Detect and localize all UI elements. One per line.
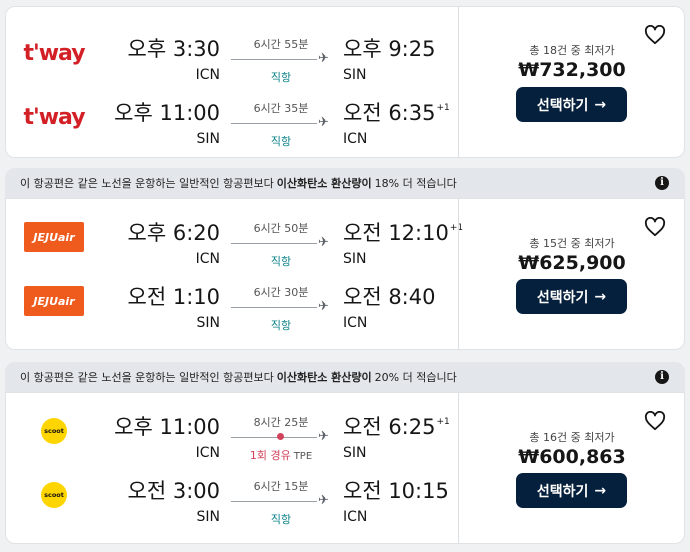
flight-duration: 8시간 25분: [253, 416, 309, 429]
departure-time: 오후 3:30: [127, 37, 220, 61]
departure-time: 오후 6:20: [127, 221, 220, 245]
result-card-3[interactable]: scoot 오후 11:00 ICN 8시간 25분 ✈ 1회 경유 TPE 오전…: [5, 392, 685, 544]
heart-icon[interactable]: [644, 25, 666, 45]
flight-duration: 6시간 15분: [253, 480, 309, 493]
stops-label: 직항: [270, 513, 292, 526]
arrival-airport: SIN: [343, 445, 367, 461]
price-panel: 총 16건 중 최저가 ₩600,863 선택하기 →: [459, 393, 684, 543]
departure-airport: SIN: [196, 315, 221, 331]
arrow-right-icon: →: [594, 482, 607, 499]
flight-duration: 6시간 50분: [253, 222, 309, 235]
departure-airport: ICN: [195, 67, 220, 83]
departure-airport: ICN: [195, 251, 220, 267]
departure-airport: ICN: [195, 445, 220, 461]
arrival-time: 오전 10:15: [343, 479, 449, 503]
deals-count: 총 15건 중 최저가: [529, 237, 615, 250]
return-leg: t'way 오후 11:00 SIN 6시간 35분 ✈ 직항 오전 6:35+…: [6, 87, 458, 151]
departure-time: 오후 11:00: [114, 415, 220, 439]
departure-time: 오후 11:00: [114, 101, 220, 125]
select-button-label: 선택하기: [536, 289, 589, 306]
eco-banner-highlight: 이산화탄소 환산량이: [276, 371, 372, 384]
select-button[interactable]: 선택하기 →: [516, 279, 627, 314]
arrival-airport: ICN: [343, 315, 368, 331]
route-line: [231, 59, 317, 60]
price: ₩625,900: [518, 252, 626, 274]
info-icon[interactable]: i: [655, 370, 669, 384]
arrival-time: 오전 12:10+1: [343, 221, 464, 245]
result-card-1[interactable]: t'way 오후 3:30 ICN 6시간 55분 ✈ 직항 오후 9:25 S…: [5, 6, 685, 158]
departure-time: 오전 3:00: [127, 479, 220, 503]
arrival-time: 오전 6:35+1: [343, 101, 450, 125]
route-line: [231, 243, 317, 244]
eco-banner-text: 이 항공편은 같은 노선을 운항하는 일반적인 항공편보다: [20, 177, 274, 190]
select-button-label: 선택하기: [536, 97, 589, 114]
return-leg: scoot 오전 3:00 SIN 6시간 15분 ✈ 직항 오전 10:15 …: [6, 465, 458, 529]
eco-banner-highlight: 이산화탄소 환산량이: [276, 177, 372, 190]
arrow-right-icon: →: [594, 96, 607, 113]
plane-icon: ✈: [318, 235, 329, 250]
plane-icon: ✈: [318, 429, 329, 444]
arrival-airport: ICN: [343, 509, 368, 525]
plane-icon: ✈: [318, 299, 329, 314]
price: ₩600,863: [518, 446, 626, 468]
airline-logo-jejuair: JEJUair: [22, 221, 86, 253]
flight-duration: 6시간 30분: [253, 286, 309, 299]
eco-banner-percent: 20% 더 적습니다: [374, 371, 457, 384]
airline-logo-scoot: scoot: [22, 415, 86, 447]
heart-icon[interactable]: [644, 411, 666, 431]
airline-logo-scoot: scoot: [22, 479, 86, 511]
flight-duration: 6시간 55분: [253, 38, 309, 51]
route-line: [231, 307, 317, 308]
outbound-leg: JEJUair 오후 6:20 ICN 6시간 50분 ✈ 직항 오전 12:1…: [6, 207, 463, 271]
eco-banner: 이 항공편은 같은 노선을 운항하는 일반적인 항공편보다 이산화탄소 환산량이…: [5, 168, 685, 198]
departure-time: 오전 1:10: [127, 285, 220, 309]
arrow-right-icon: →: [594, 288, 607, 305]
stops-label: 1회 경유 TPE: [249, 449, 313, 462]
outbound-leg: scoot 오후 11:00 ICN 8시간 25분 ✈ 1회 경유 TPE 오전…: [6, 401, 458, 465]
airline-logo-jejuair: JEJUair: [22, 285, 86, 317]
eco-banner-percent: 18% 더 적습니다: [374, 177, 457, 190]
price-panel: 총 18건 중 최저가 ₩732,300 선택하기 →: [459, 7, 684, 157]
heart-icon[interactable]: [644, 217, 666, 237]
departure-airport: SIN: [196, 131, 221, 147]
eco-banner-text: 이 항공편은 같은 노선을 운항하는 일반적인 항공편보다: [20, 371, 274, 384]
arrival-time: 오전 8:40: [343, 285, 436, 309]
price: ₩732,300: [518, 59, 626, 81]
stops-label: 직항: [270, 319, 292, 332]
flight-duration: 6시간 35분: [253, 102, 309, 115]
stopover-dot: [277, 433, 284, 440]
arrival-airport: ICN: [343, 131, 368, 147]
select-button[interactable]: 선택하기 →: [516, 473, 627, 508]
route-line: [231, 123, 317, 124]
stopover-airport: TPE: [293, 451, 313, 462]
plane-icon: ✈: [318, 115, 329, 130]
plane-icon: ✈: [318, 493, 329, 508]
stops-label: 직항: [270, 255, 292, 268]
eco-banner: 이 항공편은 같은 노선을 운항하는 일반적인 항공편보다 이산화탄소 환산량이…: [5, 362, 685, 392]
airline-logo-tway: t'way: [23, 40, 85, 66]
arrival-airport: SIN: [343, 67, 367, 83]
select-button[interactable]: 선택하기 →: [516, 87, 627, 122]
stops-label: 직항: [270, 71, 292, 84]
route-line: [231, 501, 317, 502]
arrival-airport: SIN: [343, 251, 367, 267]
info-icon[interactable]: i: [655, 176, 669, 190]
departure-airport: SIN: [196, 509, 221, 525]
plane-icon: ✈: [318, 51, 329, 66]
route-line: [231, 437, 317, 438]
result-card-2[interactable]: JEJUair 오후 6:20 ICN 6시간 50분 ✈ 직항 오전 12:1…: [5, 198, 685, 350]
select-button-label: 선택하기: [536, 483, 589, 500]
stops-label: 직항: [270, 135, 292, 148]
return-leg: JEJUair 오전 1:10 SIN 6시간 30분 ✈ 직항 오전 8:40…: [6, 271, 458, 335]
airline-logo-tway: t'way: [23, 104, 85, 130]
price-panel: 총 15건 중 최저가 ₩625,900 선택하기 →: [459, 199, 684, 349]
deals-count: 총 16건 중 최저가: [529, 431, 615, 444]
arrival-time: 오전 6:25+1: [343, 415, 450, 439]
outbound-leg: t'way 오후 3:30 ICN 6시간 55분 ✈ 직항 오후 9:25 S…: [6, 23, 458, 87]
arrival-time: 오후 9:25: [343, 37, 436, 61]
